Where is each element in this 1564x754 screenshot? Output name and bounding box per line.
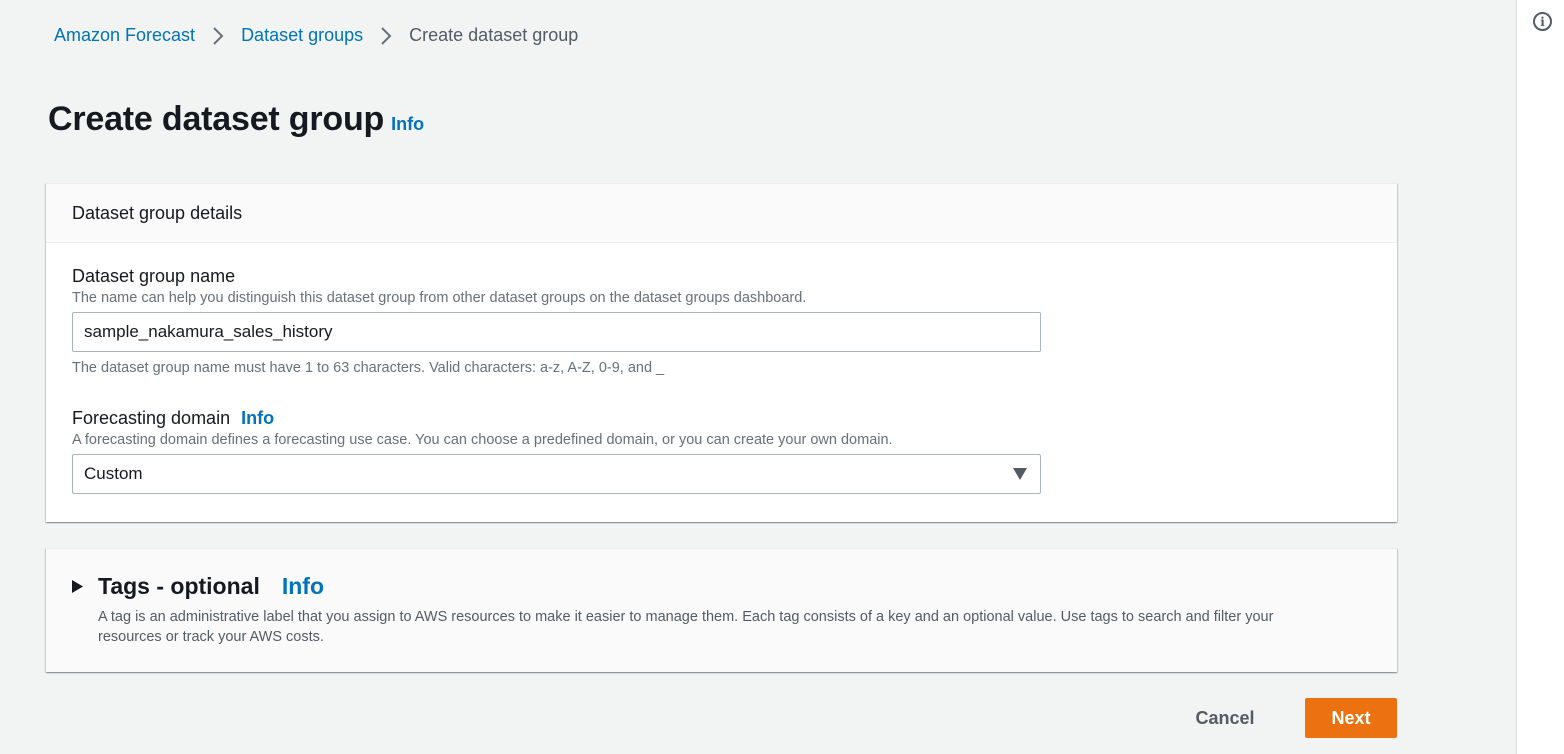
caret-right-icon[interactable]: [72, 580, 83, 593]
next-button[interactable]: Next: [1305, 698, 1397, 738]
caret-down-icon: [1013, 468, 1027, 480]
tags-expander[interactable]: Tags - optional Info: [72, 573, 324, 600]
dataset-group-name-field: Dataset group name The name can help you…: [72, 265, 1041, 376]
breadcrumb-dataset-groups[interactable]: Dataset groups: [241, 25, 363, 46]
field-label: Forecasting domain: [72, 407, 231, 428]
cancel-button[interactable]: Cancel: [1180, 698, 1270, 738]
dataset-group-name-input[interactable]: [72, 312, 1041, 352]
field-label-row: Forecasting domain Info: [72, 407, 1041, 429]
breadcrumb-current: Create dataset group: [409, 24, 579, 45]
field-label: Dataset group name: [72, 265, 236, 286]
forecasting-domain-field: Forecasting domain Info A forecasting do…: [72, 407, 1041, 494]
title-info-link[interactable]: Info: [391, 114, 424, 135]
utility-rail: i: [1516, 0, 1564, 754]
tags-description: A tag is an administrative label that yo…: [98, 609, 1274, 645]
chevron-right-icon: [363, 25, 409, 46]
dataset-group-details-panel: Dataset group details Dataset group name…: [46, 183, 1397, 522]
panel-heading: Dataset group details: [46, 184, 1397, 243]
breadcrumb: Amazon Forecast Dataset groups Create da…: [54, 24, 578, 46]
breadcrumb-amazon-forecast[interactable]: Amazon Forecast: [54, 25, 195, 46]
select-value: Custom: [84, 464, 143, 483]
page-title: Create dataset group: [48, 100, 385, 138]
field-constraint: The dataset group name must have 1 to 63…: [72, 360, 665, 376]
forecasting-domain-select[interactable]: Custom: [72, 454, 1041, 494]
field-description: The name can help you distinguish this d…: [72, 290, 807, 306]
domain-info-link[interactable]: Info: [241, 408, 274, 429]
chevron-right-icon: [195, 25, 241, 46]
tags-panel: Tags - optional Info A tag is an adminis…: [46, 548, 1397, 672]
info-circle-icon[interactable]: i: [1533, 12, 1552, 31]
tags-title[interactable]: Tags - optional: [98, 573, 260, 600]
tags-info-link[interactable]: Info: [282, 573, 324, 600]
field-description: A forecasting domain defines a forecasti…: [72, 432, 893, 448]
page-header: Create dataset group Info: [48, 100, 424, 139]
